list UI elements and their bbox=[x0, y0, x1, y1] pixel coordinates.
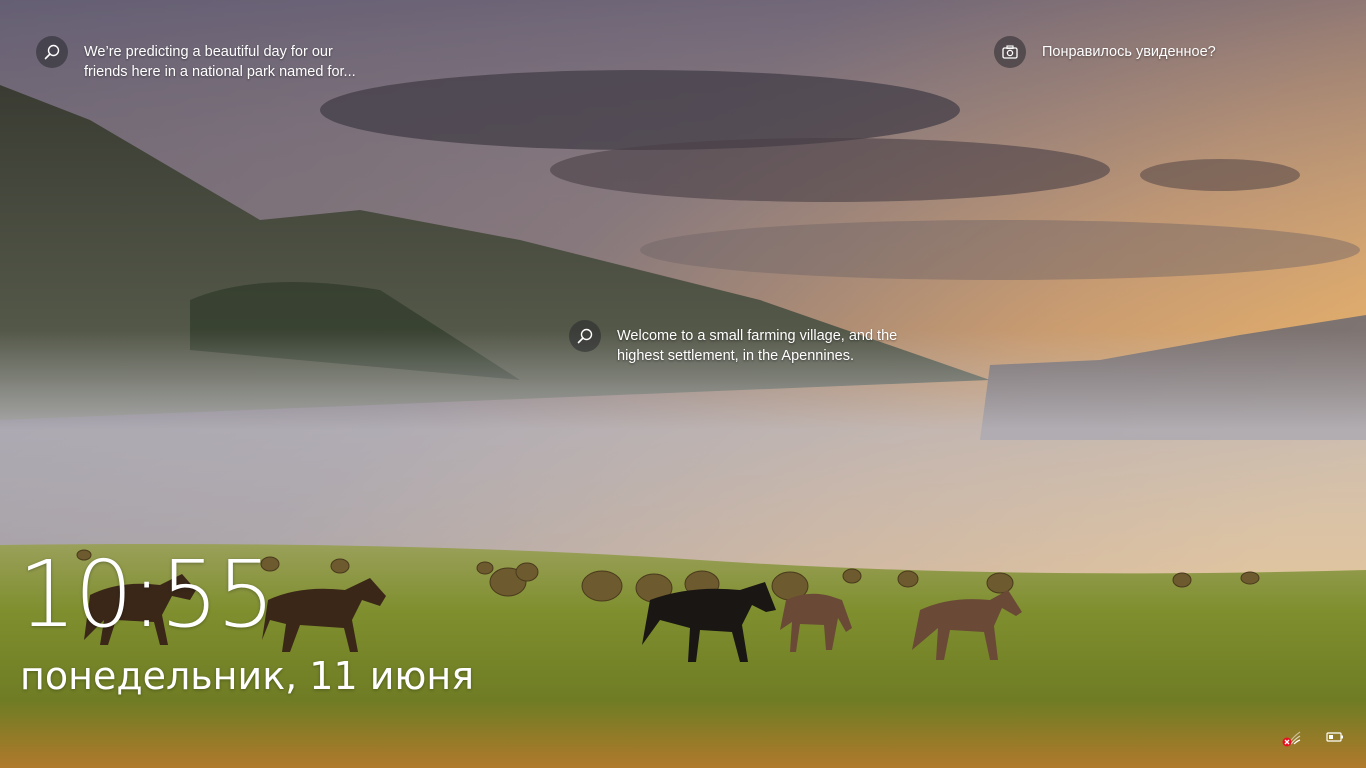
battery-icon[interactable] bbox=[1324, 728, 1346, 746]
search-icon[interactable] bbox=[569, 320, 601, 352]
lock-screen-clock: 10:55 bbox=[18, 541, 275, 648]
hotspot-text[interactable]: Welcome to a small farming village, and … bbox=[617, 320, 917, 366]
hotspot-text[interactable]: We’re predicting a beautiful day for our… bbox=[84, 36, 364, 82]
like-what-you-see-prompt[interactable]: Понравилось увиденное? bbox=[994, 36, 1216, 68]
lock-screen[interactable]: We’re predicting a beautiful day for our… bbox=[0, 0, 1366, 768]
lock-screen-date: понедельник, 11 июня bbox=[20, 654, 475, 698]
spotlight-hotspot-village[interactable]: Welcome to a small farming village, and … bbox=[569, 320, 917, 366]
spotlight-hotspot-park[interactable]: We’re predicting a beautiful day for our… bbox=[36, 36, 364, 82]
camera-icon[interactable] bbox=[994, 36, 1026, 68]
network-disconnected-icon[interactable] bbox=[1280, 728, 1302, 748]
search-icon[interactable] bbox=[36, 36, 68, 68]
feedback-text[interactable]: Понравилось увиденное? bbox=[1042, 36, 1216, 62]
